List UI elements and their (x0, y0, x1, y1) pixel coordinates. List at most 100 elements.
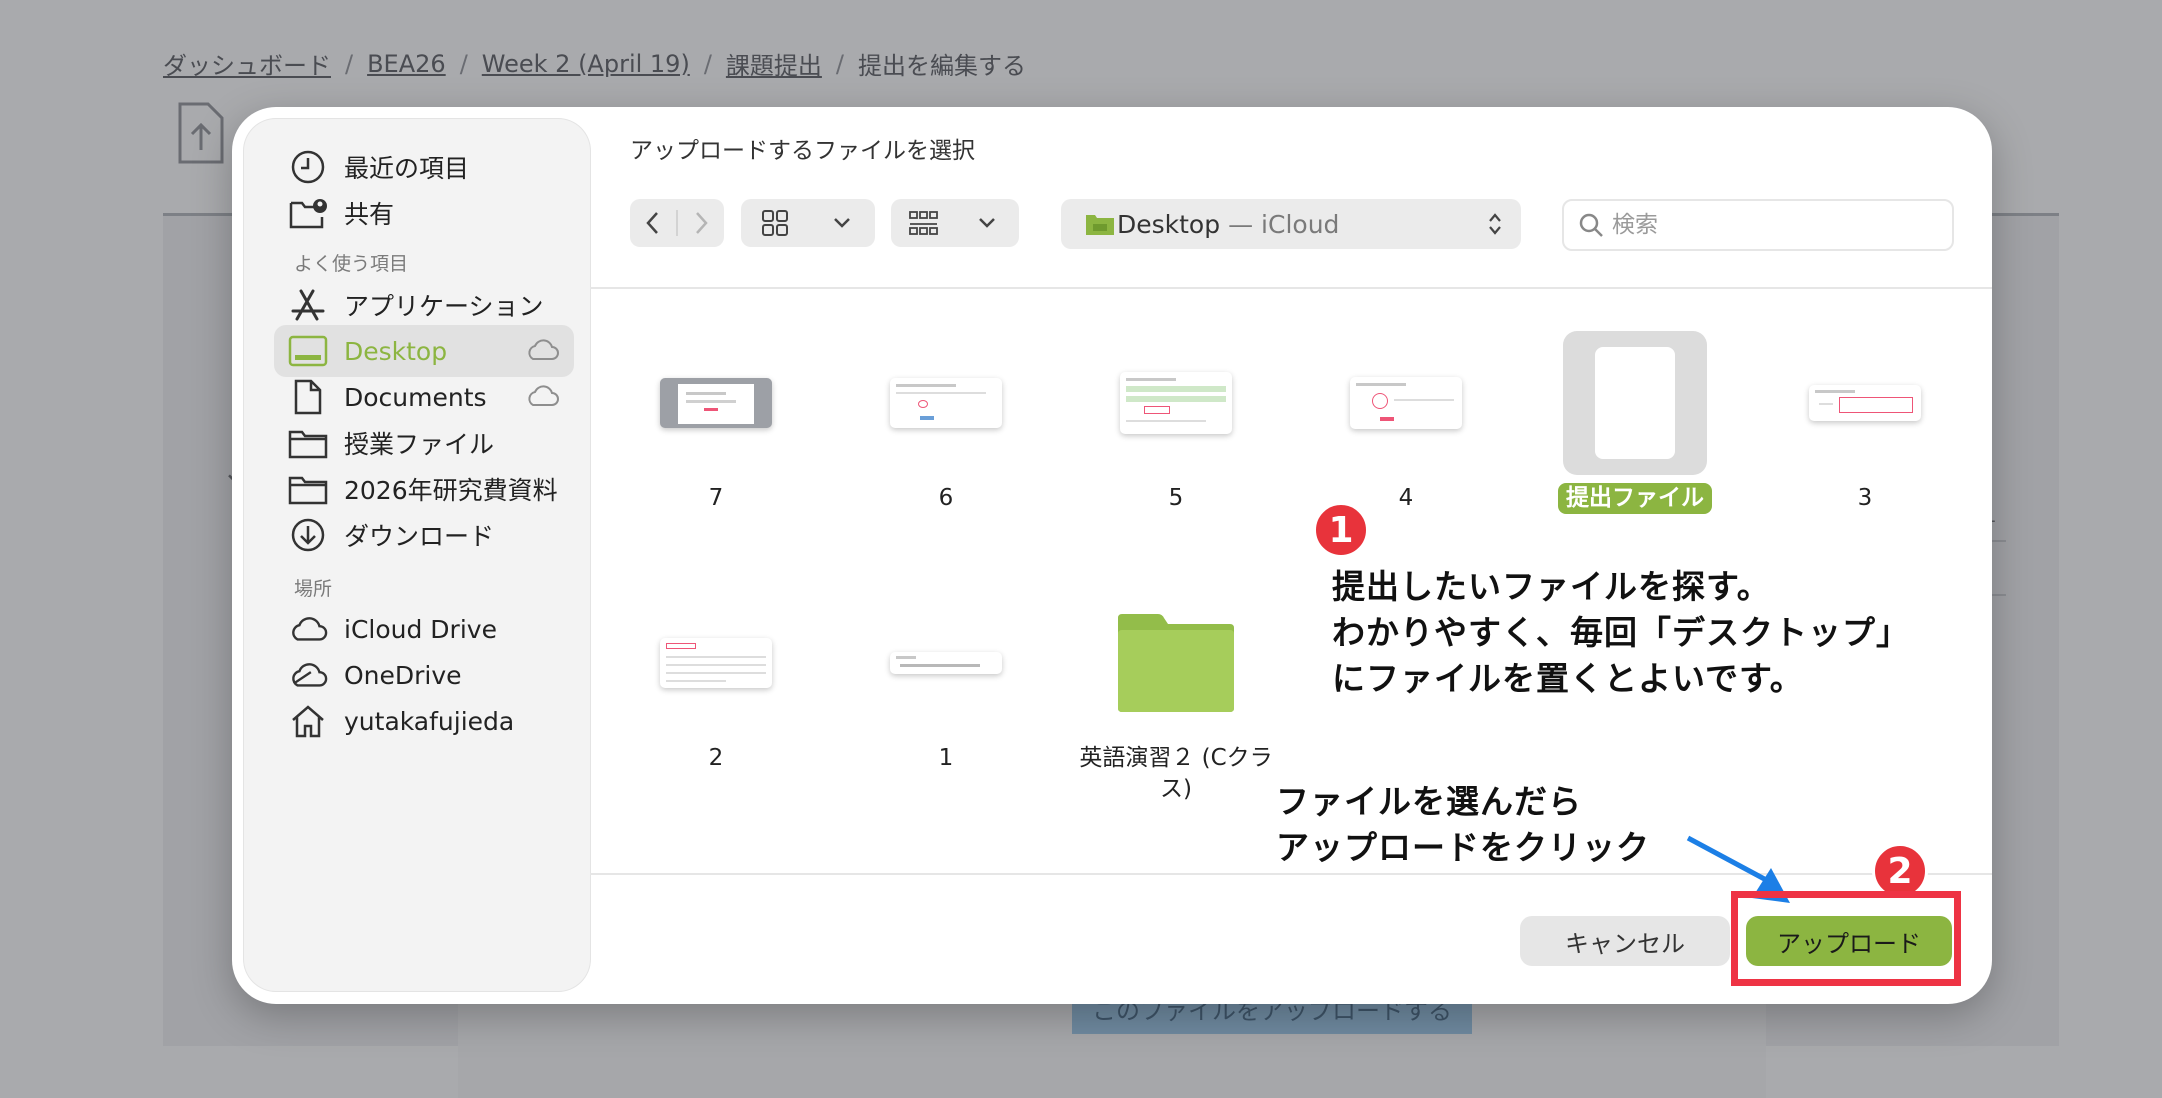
grid-view-icon (741, 199, 808, 247)
file-name: 7 (708, 485, 724, 511)
screenshot-thumbnail (1120, 372, 1232, 434)
view-mode-selector[interactable] (741, 199, 875, 247)
document-thumbnail (1595, 347, 1675, 459)
sidebar-item-research-funds[interactable]: 2026年研究費資料 (274, 463, 574, 515)
footer-divider (590, 873, 1992, 875)
folder-icon (1118, 614, 1234, 712)
icloud-icon (288, 609, 328, 649)
favorites-heading: よく使う項目 (294, 253, 409, 275)
file-name: 3 (1857, 485, 1873, 511)
sidebar-item-home[interactable]: yutakafujieda (274, 695, 574, 747)
instruction-line: ファイルを選んだら (1276, 782, 1582, 821)
dialog-title: アップロードするファイルを選択 (630, 138, 975, 164)
breadcrumb: ダッシュボード / BEA26 / Week 2 (April 19) / 課題… (163, 46, 1026, 81)
desktop-icon (288, 331, 328, 371)
sidebar-item-desktop[interactable]: Desktop (274, 325, 574, 377)
file-name: 提出ファイル (1558, 483, 1712, 514)
screenshot-thumbnail (660, 378, 772, 428)
upload-button-highlight (1731, 891, 1961, 986)
applications-icon (288, 285, 328, 325)
file-name: 英語演習２ (Cクラス) (1079, 745, 1273, 802)
file-thumbnail (874, 331, 1018, 475)
sidebar-item-onedrive[interactable]: OneDrive (274, 649, 574, 701)
instruction-line: アップロードをクリック (1276, 828, 1650, 867)
screenshot-thumbnail (660, 638, 772, 688)
search-icon (1579, 213, 1603, 237)
breadcrumb-week[interactable]: Week 2 (April 19) (482, 50, 690, 78)
back-forward-group (630, 199, 724, 247)
sidebar-item-class-files[interactable]: 授業ファイル (274, 417, 574, 469)
instruction-line: わかりやすく、毎回「デスクトップ」 (1332, 613, 1910, 652)
sidebar-item-label: ダウンロード (344, 522, 495, 551)
file-item[interactable]: 英語演習２ (Cクラス) (1076, 591, 1276, 805)
file-item[interactable]: 7 (616, 331, 816, 514)
sidebar-item-label: アプリケーション (344, 292, 544, 321)
instruction-line: にファイルを置くとよいです。 (1332, 659, 1804, 698)
forward-button[interactable] (678, 199, 724, 247)
folder-icon (1086, 215, 1114, 235)
file-name: 2 (708, 745, 724, 771)
sidebar-item-label: Desktop (344, 336, 448, 366)
sidebar-item-applications[interactable]: アプリケーション (274, 279, 574, 331)
step-1-instruction: 提出したいファイルを探す。 わかりやすく、毎回「デスクトップ」 にファイルを置く… (1332, 564, 1910, 702)
sidebar-item-downloads[interactable]: ダウンロード (274, 509, 574, 561)
sidebar-item-documents[interactable]: Documents (274, 371, 574, 423)
file-picker-dialog: 最近の項目 共有 よく使う項目 アプリケーション Desktop Documen… (232, 107, 1992, 1004)
breadcrumb-dashboard[interactable]: ダッシュボード (163, 46, 331, 81)
file-thumbnail (644, 591, 788, 735)
screenshot-thumbnail (890, 378, 1002, 428)
file-item[interactable]: 5 (1076, 331, 1276, 514)
up-down-chevron-icon (1489, 213, 1501, 235)
file-item[interactable]: 6 (846, 331, 1046, 514)
sidebar-item-label: iCloud Drive (344, 614, 497, 644)
chevron-down-icon (955, 199, 1019, 247)
sidebar-item-shared[interactable]: 共有 (274, 187, 574, 239)
file-name: 5 (1168, 485, 1184, 511)
file-item-selected[interactable]: 提出ファイル (1535, 331, 1735, 514)
sidebar-item-recents[interactable]: 最近の項目 (274, 141, 574, 193)
file-item[interactable]: 2 (616, 591, 816, 774)
instruction-line: 提出したいファイルを探す。 (1332, 567, 1771, 606)
download-icon (288, 515, 328, 555)
breadcrumb-assignment[interactable]: 課題提出 (726, 46, 822, 81)
back-button[interactable] (630, 199, 676, 247)
breadcrumb-separator: / (835, 49, 844, 78)
folder-icon (288, 423, 328, 463)
screenshot-thumbnail (1350, 377, 1462, 429)
shared-folder-icon (288, 193, 328, 233)
sidebar-item-label: 授業ファイル (344, 430, 495, 459)
search-field[interactable] (1562, 199, 1954, 251)
sidebar: 最近の項目 共有 よく使う項目 アプリケーション Desktop Documen… (244, 119, 590, 991)
location-selector[interactable]: Desktop — iCloud (1061, 199, 1521, 249)
file-item[interactable]: 3 (1765, 331, 1965, 514)
file-thumbnail (1104, 331, 1248, 475)
file-item[interactable]: 1 (846, 591, 1046, 774)
file-thumbnail (644, 331, 788, 475)
file-thumbnail (1793, 331, 1937, 475)
sidebar-item-label: yutakafujieda (344, 706, 515, 736)
file-name: 4 (1398, 485, 1414, 511)
file-thumbnail (1563, 331, 1707, 475)
screenshot-thumbnail (890, 652, 1002, 674)
search-input[interactable] (1612, 212, 1932, 238)
home-icon (288, 701, 328, 741)
icloud-status-icon (528, 385, 559, 406)
location-folder: Desktop (1117, 209, 1221, 239)
sidebar-item-label: 2026年研究費資料 (344, 476, 558, 505)
file-item[interactable]: 4 (1306, 331, 1506, 514)
group-grid-icon (891, 199, 955, 247)
locations-heading: 場所 (294, 578, 333, 600)
folder-icon (288, 469, 328, 509)
breadcrumb-course[interactable]: BEA26 (367, 50, 446, 78)
breadcrumb-separator: / (459, 49, 468, 78)
screenshot-thumbnail (1809, 385, 1921, 421)
file-thumbnail (874, 591, 1018, 735)
cancel-button[interactable]: キャンセル (1520, 916, 1730, 966)
sidebar-item-icloud-drive[interactable]: iCloud Drive (274, 603, 574, 655)
file-name: 6 (938, 485, 954, 511)
header-divider (590, 287, 1992, 289)
sidebar-item-label: Documents (344, 382, 487, 412)
clock-icon (288, 147, 328, 187)
group-by-selector[interactable] (891, 199, 1019, 247)
sidebar-item-label: 共有 (344, 200, 395, 229)
